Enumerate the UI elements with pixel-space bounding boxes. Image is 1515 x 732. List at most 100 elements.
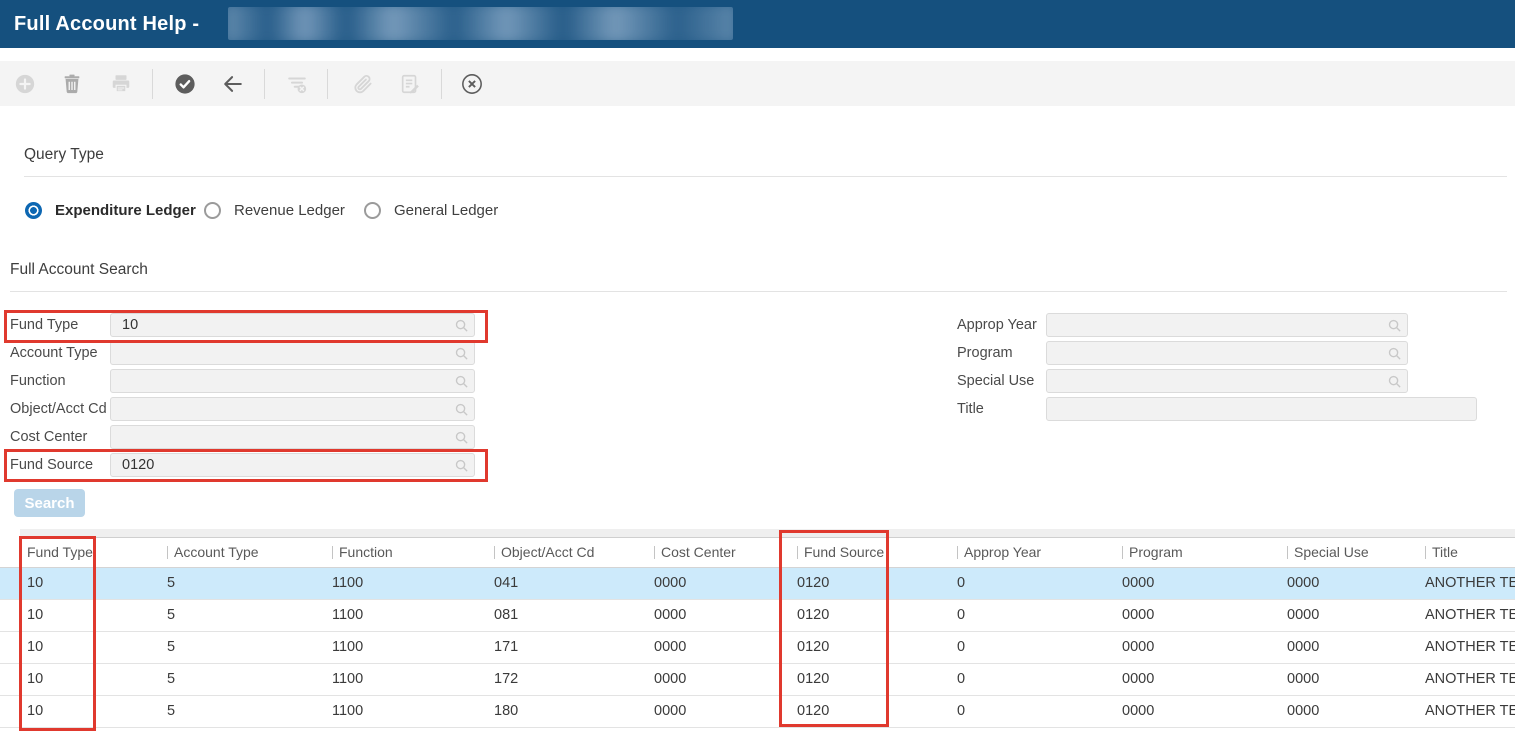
accept-icon[interactable] [174,73,196,95]
header-cell-program[interactable]: Program [1115,538,1280,567]
lookup-magnifier-icon[interactable] [1387,318,1402,333]
object-acct-cd-input[interactable] [110,397,475,421]
object-acct-cd-field-row: Object/Acct Cd [10,397,488,421]
table-cell: 0120 [790,568,950,599]
function-field [110,369,475,393]
lookup-magnifier-icon[interactable] [454,318,469,333]
special-use-field-row: Special Use [957,369,1487,393]
table-cell: 5 [160,568,325,599]
radio-unselected-icon[interactable] [204,202,221,219]
column-separator [1425,546,1426,559]
header-cell-fund-source[interactable]: Fund Source [790,538,950,567]
approp-year-label: Approp Year [957,313,1037,337]
lookup-magnifier-icon[interactable] [1387,374,1402,389]
header-cell-fund-type[interactable]: Fund Type [20,538,160,567]
account-type-field [110,341,475,365]
toolbar [0,61,1515,106]
program-field [1046,341,1408,365]
column-separator [654,546,655,559]
approp-year-field [1046,313,1408,337]
title-input[interactable] [1046,397,1477,421]
column-separator [797,546,798,559]
table-cell: 0 [950,568,1115,599]
results-table: Fund TypeAccount TypeFunctionObject/Acct… [0,538,1515,732]
table-row[interactable]: 105110017200000120000000000ANOTHER TES [0,664,1515,696]
fund-source-input[interactable] [110,453,475,477]
query-type-heading: Query Type [24,146,104,164]
toolbar-separator [152,69,153,99]
cost-center-label: Cost Center [10,425,87,449]
table-cell: 1100 [325,568,487,599]
table-cell: 0000 [1115,600,1280,631]
header-cell-function[interactable]: Function [325,538,487,567]
radio-label: Expenditure Ledger [55,202,196,219]
delete-icon[interactable] [61,73,83,95]
window-title: Full Account Help - [14,0,199,48]
account-type-field-row: Account Type [10,341,488,365]
table-cell: 0000 [647,696,790,727]
table-cell: 1100 [325,664,487,695]
header-cell-special-use[interactable]: Special Use [1280,538,1418,567]
cost-center-input[interactable] [110,425,475,449]
program-field-row: Program [957,341,1487,365]
clear-filter-icon[interactable] [286,73,308,95]
table-cell: ANOTHER TES [1418,632,1515,663]
search-button[interactable]: Search [14,489,85,517]
table-cell: 0000 [1115,696,1280,727]
lookup-magnifier-icon[interactable] [454,458,469,473]
radio-option-revenue-ledger[interactable]: Revenue Ledger [204,200,345,220]
print-icon[interactable] [110,73,132,95]
table-row[interactable]: 105110004100000120000000000ANOTHER TES [0,568,1515,600]
table-cell: 0 [950,696,1115,727]
full-account-search-heading: Full Account Search [10,261,148,279]
header-cell-cost-center[interactable]: Cost Center [647,538,790,567]
cost-center-field [110,425,475,449]
program-input[interactable] [1046,341,1408,365]
lookup-magnifier-icon[interactable] [454,402,469,417]
fund-type-field [110,313,475,337]
table-cell: 10 [20,664,160,695]
radio-unselected-icon[interactable] [364,202,381,219]
radio-selected-icon[interactable] [25,202,42,219]
radio-label: General Ledger [394,202,498,219]
table-cell: 0120 [790,664,950,695]
back-icon[interactable] [222,73,244,95]
table-row[interactable]: 105110018000000120000000000ANOTHER TES [0,696,1515,728]
table-cell: 0000 [1115,664,1280,695]
toolbar-separator [264,69,265,99]
table-row[interactable]: 105110008100000120000000000ANOTHER TES [0,600,1515,632]
account-type-input[interactable] [110,341,475,365]
table-cell: ANOTHER TES [1418,696,1515,727]
query-type-options: Expenditure Ledger Revenue Ledger General … [0,200,1515,222]
lookup-magnifier-icon[interactable] [454,346,469,361]
close-icon[interactable] [461,73,483,95]
header-cell-title[interactable]: Title [1418,538,1515,567]
lookup-magnifier-icon[interactable] [454,430,469,445]
special-use-input[interactable] [1046,369,1408,393]
attachment-icon[interactable] [352,73,374,95]
table-cell: 5 [160,600,325,631]
notes-icon[interactable] [399,73,421,95]
toolbar-separator [441,69,442,99]
header-cell-approp-year[interactable]: Approp Year [950,538,1115,567]
special-use-field [1046,369,1408,393]
header-cell-account-type[interactable]: Account Type [160,538,325,567]
radio-option-general-ledger[interactable]: General Ledger [364,200,498,220]
approp-year-input[interactable] [1046,313,1408,337]
table-row[interactable]: 105110017100000120000000000ANOTHER TES [0,632,1515,664]
header-cell-object-acct-cd[interactable]: Object/Acct Cd [487,538,647,567]
table-cell: 0000 [647,568,790,599]
column-separator [957,546,958,559]
add-icon[interactable] [14,73,36,95]
table-cell: 10 [20,696,160,727]
lookup-magnifier-icon[interactable] [1387,346,1402,361]
radio-option-expenditure-ledger[interactable]: Expenditure Ledger [25,200,196,220]
fund-type-input[interactable] [110,313,475,337]
fund-source-label: Fund Source [10,453,93,477]
lookup-magnifier-icon[interactable] [454,374,469,389]
column-separator [1287,546,1288,559]
function-input[interactable] [110,369,475,393]
table-cell: 180 [487,696,647,727]
window-title-bar: Full Account Help - [0,0,1515,48]
column-separator [1122,546,1123,559]
